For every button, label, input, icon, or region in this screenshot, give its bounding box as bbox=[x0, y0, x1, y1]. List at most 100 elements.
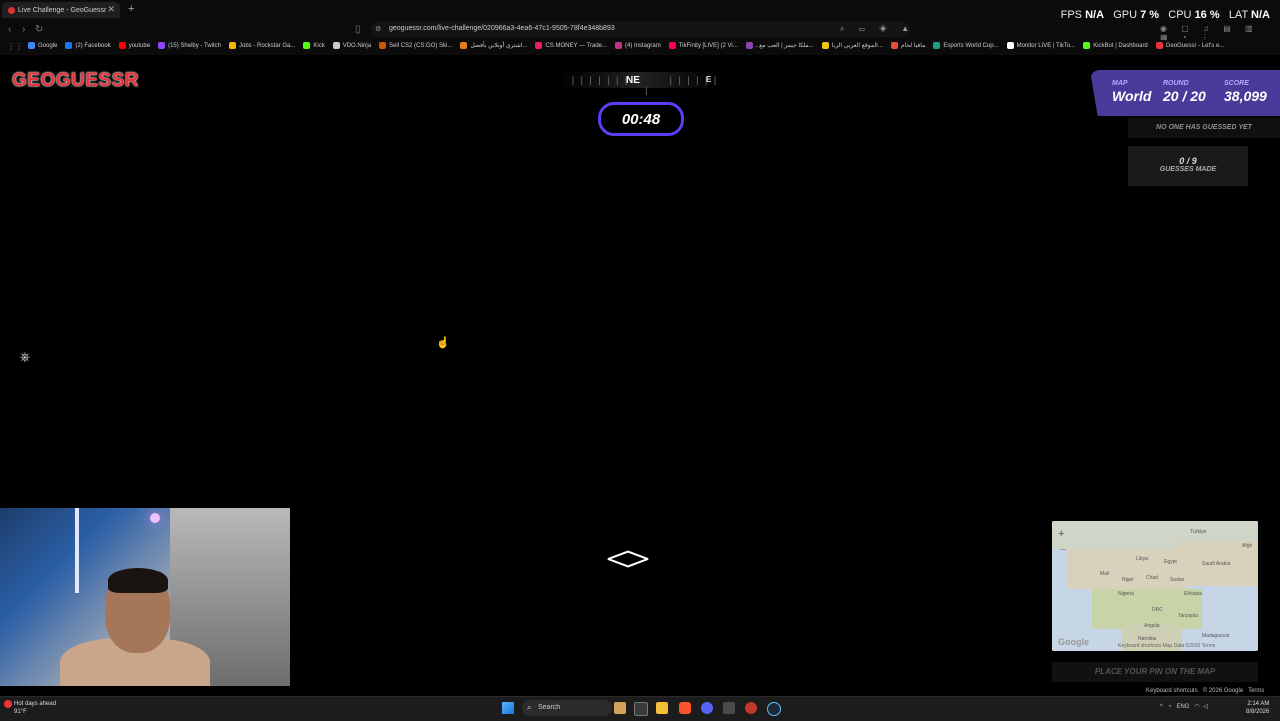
brave-browser-icon[interactable] bbox=[679, 702, 691, 714]
webcam-overlay bbox=[0, 508, 290, 686]
chat-feedback-icon[interactable]: ⎈ bbox=[15, 349, 35, 367]
calculator-icon[interactable] bbox=[723, 702, 735, 714]
bookmark-favicon-icon bbox=[303, 42, 311, 49]
zoom-out-icon[interactable]: − bbox=[1060, 544, 1066, 556]
site-info-icon[interactable]: ⚙ bbox=[375, 25, 381, 33]
bookmark-item[interactable]: (2) Facebook bbox=[65, 42, 111, 49]
bookmark-item[interactable]: KickBot | Dashboard bbox=[1083, 42, 1148, 49]
bookmark-item[interactable]: youtube bbox=[118, 42, 151, 49]
bookmark-favicon-icon bbox=[460, 42, 468, 49]
reload-icon[interactable]: ↻ bbox=[35, 24, 43, 35]
bookmark-favicon-icon bbox=[229, 42, 236, 49]
bookmark-favicon-icon bbox=[1006, 42, 1014, 49]
bookmark-item[interactable]: (15) Shelby - Twitch bbox=[158, 42, 221, 49]
bookmark-item[interactable]: Monitor LIVE | TikTo... bbox=[1006, 42, 1075, 49]
bookmark-label: Kick bbox=[313, 42, 325, 49]
keyboard-shortcuts-link[interactable]: Keyboard shortcuts bbox=[1146, 688, 1198, 694]
map-label: Tanzania bbox=[1178, 613, 1199, 619]
terms-link[interactable]: Terms bbox=[1248, 688, 1264, 694]
bookmark-item[interactable]: Esports World Cup... bbox=[933, 42, 999, 49]
geoguessr-logo[interactable]: GEOGUESSR bbox=[12, 70, 139, 92]
bookmark-item[interactable]: الموقع العربي الريا... bbox=[821, 42, 883, 49]
bookmark-item[interactable]: Google bbox=[28, 42, 57, 49]
system-tray[interactable]: ^ ◔ ENG ◠ ◁ bbox=[1160, 703, 1208, 710]
taskbar-search[interactable]: ⌕ Search bbox=[522, 700, 612, 716]
place-pin-button[interactable]: PLACE YOUR PIN ON THE MAP bbox=[1052, 662, 1258, 682]
bookmark-item[interactable]: GeoGuessr - Let's e... bbox=[1155, 42, 1224, 49]
bookmark-label: مافيا لحام bbox=[900, 43, 926, 49]
bookmark-label: الموقع العربي الريا... bbox=[831, 43, 883, 49]
mouse-cursor-icon: ☝ bbox=[436, 337, 450, 349]
bookmark-item[interactable]: مافيا لحام bbox=[890, 42, 926, 49]
url-text[interactable]: geoguessr.com/live-challenge/020966a3-4e… bbox=[389, 25, 615, 32]
language-indicator[interactable]: ENG bbox=[1176, 704, 1189, 710]
weather-widget[interactable]: Hot days ahead 91°F bbox=[14, 700, 56, 716]
round-label: ROUND bbox=[1163, 80, 1189, 87]
map-label: MAP bbox=[1112, 80, 1128, 87]
address-bar-actions[interactable]: ⌕ ▭ ◈ ▲ bbox=[840, 24, 915, 34]
bookmark-favicon-icon bbox=[668, 42, 676, 49]
windows-start-icon[interactable] bbox=[502, 702, 514, 714]
bookmark-item[interactable]: اشتري أونلاين بأفضل... bbox=[460, 42, 527, 49]
zoom-in-icon[interactable]: + bbox=[1058, 528, 1064, 540]
wifi-icon[interactable]: ◠ bbox=[1195, 704, 1200, 710]
file-explorer-icon[interactable] bbox=[656, 702, 668, 714]
bookmark-label: ملكا جيمز | العب مع ـ... bbox=[755, 43, 814, 49]
guesses-count: 0 / 9 bbox=[1179, 156, 1197, 166]
compass-next-heading: E bbox=[706, 75, 712, 84]
tray-chevron-icon[interactable]: ^ bbox=[1160, 704, 1163, 710]
weather-title: Hot days ahead bbox=[14, 701, 57, 707]
bookmark-item[interactable]: Sell CS2 (CS:GO) Ski... bbox=[379, 42, 452, 49]
browser-tab-active[interactable]: Live Challenge - GeoGuessr ✕ bbox=[2, 2, 120, 18]
close-tab-icon[interactable]: ✕ bbox=[107, 4, 115, 15]
game-status-hud: MAP World ROUND 20 / 20 SCORE 38,099 bbox=[1090, 70, 1280, 116]
map-label: Niger bbox=[1122, 577, 1134, 583]
network-icon[interactable]: ◔ bbox=[1168, 704, 1172, 710]
bookmark-label: Google bbox=[38, 42, 58, 49]
bookmark-item[interactable]: CS.MONEY — Trade... bbox=[535, 42, 607, 49]
back-icon[interactable]: ‹ bbox=[8, 24, 11, 35]
forward-icon[interactable]: › bbox=[22, 24, 25, 35]
bookmark-page-icon[interactable]: ▯ bbox=[355, 24, 361, 35]
bookmark-label: Sell CS2 (CS:GO) Ski... bbox=[389, 42, 453, 49]
bookmark-favicon-icon bbox=[745, 42, 753, 49]
round-timer: 00:48 bbox=[598, 102, 684, 136]
map-value: World bbox=[1112, 88, 1152, 104]
task-view-icon[interactable] bbox=[634, 702, 648, 716]
bookmark-favicon-icon bbox=[1155, 42, 1163, 49]
discord-icon[interactable] bbox=[701, 702, 713, 714]
bookmark-label: اشتري أونلاين بأفضل... bbox=[470, 43, 528, 49]
bookmark-item[interactable]: TikFinity [LIVE] (2 Vi... bbox=[668, 42, 738, 49]
bookmark-favicon-icon bbox=[65, 42, 73, 49]
bookmark-item[interactable]: ملكا جيمز | العب مع ـ... bbox=[745, 42, 814, 49]
bookmark-favicon-icon bbox=[535, 42, 543, 49]
map-label: Mali bbox=[1100, 571, 1110, 577]
bookmark-favicon-icon bbox=[1083, 42, 1091, 49]
search-icon: ⌕ bbox=[527, 703, 532, 712]
bookmark-item[interactable]: (4) Instagram bbox=[615, 42, 661, 49]
bookmark-label: Esports World Cup... bbox=[943, 42, 999, 49]
move-arrows-icon[interactable]: ︿ ﹀ bbox=[606, 536, 650, 584]
apps-grid-icon[interactable]: ⋮⋮ bbox=[7, 42, 23, 51]
taskbar-widget-icon[interactable] bbox=[614, 702, 626, 714]
bookmark-item[interactable]: VDO.Ninja bbox=[332, 42, 371, 49]
page-footer: Keyboard shortcuts © 2026 Google Terms bbox=[1146, 688, 1264, 694]
bookmark-label: youtube bbox=[128, 42, 151, 49]
map-label: Sudan bbox=[1170, 577, 1185, 583]
bookmark-item[interactable]: Kick bbox=[303, 42, 325, 49]
bookmark-label: Jobs - Rockstar Ga... bbox=[239, 42, 296, 49]
obs-icon[interactable] bbox=[745, 702, 757, 714]
taskbar-clock[interactable]: 2:14 AM 8/8/2026 bbox=[1246, 700, 1269, 716]
weather-alert-icon[interactable] bbox=[4, 700, 12, 708]
new-tab-icon[interactable]: + bbox=[128, 3, 134, 15]
steam-icon[interactable] bbox=[767, 702, 781, 716]
map-label: Angola bbox=[1144, 623, 1160, 629]
guesses-panel: 0 / 9 GUESSES MADE bbox=[1128, 146, 1248, 186]
bookmark-favicon-icon bbox=[332, 42, 340, 49]
guess-minimap[interactable]: Türkiye Afgh Libya Egypt Saudi Arabia Ma… bbox=[1052, 521, 1258, 651]
volume-icon[interactable]: ◁ bbox=[1203, 704, 1208, 710]
bookmark-item[interactable]: Jobs - Rockstar Ga... bbox=[229, 42, 295, 49]
clock-time: 2:14 AM bbox=[1247, 701, 1270, 707]
bookmarks-list: Google (2) Facebook youtube (15) Shelby - T… bbox=[28, 42, 1224, 49]
bookmark-favicon-icon bbox=[28, 42, 35, 49]
